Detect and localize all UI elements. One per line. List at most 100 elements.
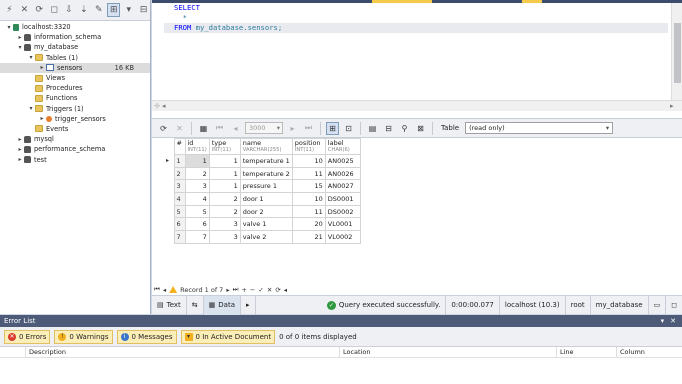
- expand-arrow-icon[interactable]: ▸: [38, 64, 46, 71]
- cell-id[interactable]: 3: [184, 179, 210, 194]
- collapse-arrow-icon[interactable]: ▾: [27, 54, 35, 61]
- grid-view-icon[interactable]: ⊞: [326, 121, 339, 135]
- cell-name[interactable]: temperature 2: [239, 166, 293, 181]
- scroll-right-icon[interactable]: ▸: [670, 102, 682, 110]
- warnings-filter-button[interactable]: ! 0 Warnings: [54, 329, 113, 344]
- refresh-record-icon[interactable]: ⟳: [275, 286, 280, 294]
- pin-icon[interactable]: ▾: [661, 317, 665, 325]
- disconnect-plug-icon[interactable]: ⇣: [77, 3, 90, 17]
- pivot-icon[interactable]: ⊠: [414, 122, 427, 135]
- sql-line[interactable]: FROM my_database.sensors;: [164, 23, 668, 33]
- cell-label[interactable]: DS0002: [324, 204, 361, 219]
- cell-type[interactable]: 1: [208, 154, 241, 168]
- errors-filter-button[interactable]: ✕ 0 Errors: [4, 329, 51, 344]
- export-icon[interactable]: ⊟: [382, 122, 395, 135]
- disconnect-icon[interactable]: ✕: [18, 3, 31, 17]
- new-connection-icon[interactable]: ⚡: [3, 3, 16, 17]
- expand-arrow-icon[interactable]: ▸: [16, 34, 24, 41]
- cell-name[interactable]: door 1: [239, 192, 293, 206]
- grid-settings-icon[interactable]: ▦: [197, 122, 210, 135]
- cell-name[interactable]: pressure 1: [239, 179, 293, 194]
- tree-node[interactable]: ▾ Tables (1): [0, 53, 150, 63]
- collapse-arrow-icon[interactable]: ▾: [27, 105, 35, 112]
- data-options-icon[interactable]: ▸: [241, 295, 256, 315]
- connection-info[interactable]: localhost (10.3): [500, 295, 566, 315]
- database-view-icon[interactable]: ⊞: [107, 3, 121, 17]
- tree-node[interactable]: ▸ trigger_sensors: [0, 114, 150, 124]
- next-record-icon[interactable]: ▸: [226, 286, 229, 294]
- max-records-select[interactable]: 3000: [245, 122, 283, 134]
- cell-type[interactable]: 3: [208, 230, 241, 244]
- sql-line[interactable]: SELECT: [164, 3, 668, 13]
- prev-record-icon[interactable]: ◂: [163, 286, 166, 294]
- cell-id[interactable]: 2: [184, 166, 210, 181]
- cell-position[interactable]: 10: [291, 154, 326, 168]
- refresh-icon[interactable]: ⟳: [33, 3, 46, 17]
- cell-position[interactable]: 11: [291, 166, 326, 181]
- column-column-header[interactable]: Column: [617, 347, 682, 357]
- column-header-label[interactable]: label CHAR(6): [324, 138, 361, 155]
- close-icon[interactable]: ✕: [670, 317, 676, 325]
- first-record-icon[interactable]: ⏮: [154, 285, 160, 294]
- cell-position[interactable]: 15: [291, 179, 326, 194]
- cell-label[interactable]: VL0002: [324, 230, 361, 244]
- cell-name[interactable]: valve 1: [239, 217, 293, 232]
- cell-label[interactable]: VL0001: [324, 217, 361, 232]
- cell-label[interactable]: AN0025: [324, 154, 361, 168]
- expand-arrow-icon[interactable]: ▸: [16, 146, 24, 153]
- cell-label[interactable]: AN0027: [324, 179, 361, 194]
- table-row[interactable]: ▸ 1 1 1 temperature 1 10 AN0025: [164, 154, 361, 168]
- tree-node[interactable]: ▾ localhost:3320: [0, 22, 150, 32]
- more-icon[interactable]: ◂: [284, 286, 287, 294]
- stop-fetch-icon[interactable]: ✕: [173, 122, 186, 135]
- table-row[interactable]: 6 6 3 valve 1 20 VL0001: [164, 217, 361, 232]
- card-view-icon[interactable]: ⊡: [342, 122, 355, 135]
- cell-id[interactable]: 7: [184, 230, 210, 244]
- cell-id[interactable]: 5: [184, 204, 210, 219]
- tree-node[interactable]: Events: [0, 124, 150, 134]
- refresh-data-icon[interactable]: ⟳: [157, 122, 170, 135]
- cell-type[interactable]: 3: [208, 217, 241, 232]
- table-row[interactable]: 5 5 2 door 2 11 DS0002: [164, 204, 361, 219]
- form-view-icon[interactable]: ▤: [366, 122, 379, 135]
- cell-position[interactable]: 21: [291, 230, 326, 244]
- prev-page-icon[interactable]: ◂: [229, 122, 242, 135]
- layout-icon[interactable]: ▭: [649, 295, 667, 315]
- cell-name[interactable]: door 2: [239, 204, 293, 219]
- cell-id[interactable]: 4: [184, 192, 210, 206]
- column-header-type[interactable]: type INT(11): [208, 138, 241, 155]
- table-row[interactable]: 2 2 1 temperature 2 11 AN0026: [164, 166, 361, 181]
- split-icon[interactable]: ⊹: [152, 102, 162, 110]
- database-info[interactable]: my_database: [591, 295, 649, 315]
- description-column-header[interactable]: Description: [26, 347, 340, 357]
- chart-icon[interactable]: ⚲: [398, 122, 411, 135]
- data-view-tab[interactable]: ▦ Data: [203, 295, 242, 315]
- tree-node[interactable]: Views: [0, 73, 150, 83]
- panel-toggle-icon[interactable]: ◻: [666, 296, 682, 315]
- cell-type[interactable]: 2: [208, 204, 241, 219]
- filter-icon[interactable]: ▾: [122, 3, 135, 17]
- collapse-arrow-icon[interactable]: ▾: [16, 44, 24, 51]
- tree-node[interactable]: ▸ test: [0, 154, 150, 164]
- cell-position[interactable]: 20: [291, 217, 326, 232]
- cell-type[interactable]: 2: [208, 192, 241, 206]
- tree-node[interactable]: ▸ performance_schema: [0, 144, 150, 154]
- connect-icon[interactable]: ⇩: [63, 3, 76, 17]
- last-record-icon[interactable]: ⏭: [233, 285, 239, 294]
- swap-icon[interactable]: ⇆: [187, 295, 204, 315]
- cell-id[interactable]: 1: [184, 154, 210, 168]
- expand-arrow-icon[interactable]: ▸: [16, 156, 24, 163]
- cell-label[interactable]: AN0026: [324, 166, 361, 181]
- tree-node[interactable]: ▸ sensors 16 KB: [0, 62, 150, 73]
- stop-icon[interactable]: ◻: [48, 3, 61, 17]
- active-document-filter-button[interactable]: ▾ 0 In Active Document: [180, 329, 276, 344]
- messages-filter-button[interactable]: i0 Messages: [116, 329, 177, 344]
- sql-editor[interactable]: SELECT * FROM my_database.sensors;: [164, 3, 668, 99]
- column-header-name[interactable]: name VARCHAR(255): [239, 138, 293, 155]
- data-grid[interactable]: # id INT(11) type INT(11) name VARCHAR(255) pos…: [164, 138, 361, 244]
- column-header-id[interactable]: id INT(11): [184, 138, 210, 155]
- expand-arrow-icon[interactable]: ▸: [16, 136, 24, 143]
- tree-node[interactable]: Procedures: [0, 83, 150, 93]
- expand-arrow-icon[interactable]: ▸: [38, 115, 46, 122]
- tree-node[interactable]: ▾ my_database: [0, 42, 150, 52]
